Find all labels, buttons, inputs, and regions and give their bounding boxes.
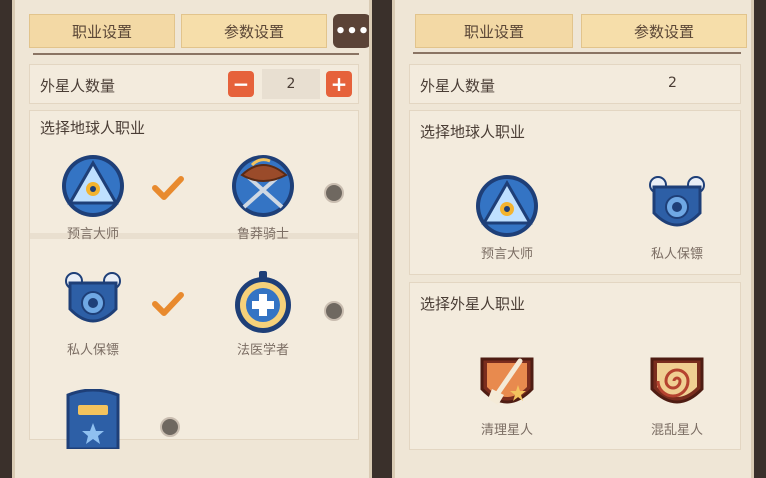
alien-count-value: 2 [668, 75, 677, 91]
minus-button[interactable]: − [228, 71, 254, 97]
tab-bar: 职业设置 参数设置 [409, 10, 747, 50]
role-name: 私人保镖 [650, 247, 703, 262]
tab-parameter-settings[interactable]: 参数设置 [581, 14, 747, 48]
medical-stopwatch-icon [235, 271, 291, 333]
right-edge [754, 0, 766, 478]
police-badge-icon [66, 389, 120, 449]
role-name: 预言大师 [66, 227, 119, 242]
left-edge [0, 0, 12, 478]
role-name: 预言大师 [480, 247, 533, 262]
shield-bodyguard-icon [65, 272, 121, 323]
tab-bar: 职业设置 参数设置 ••• [29, 10, 369, 50]
checkmark-icon[interactable] [152, 291, 184, 317]
role-card-forensic-scholar[interactable]: 法医学者 [218, 269, 308, 358]
alien-count-row: 外星人数量 − 2 + [29, 64, 359, 104]
eye-triangle-icon [476, 175, 538, 237]
alien-count-label: 外星人数量 [40, 77, 116, 95]
unselected-radio[interactable] [324, 301, 344, 321]
role-card-bodyguard: 私人保镖 [632, 173, 722, 262]
settings-panel-left: 职业设置 参数设置 ••• 外星人数量 − 2 + 选择地球人职业 预言大师 鲁… [12, 0, 372, 478]
tab-divider [33, 53, 359, 55]
alien-section-title: 选择外星人职业 [420, 295, 526, 313]
role-name: 法医学者 [236, 343, 289, 358]
unselected-radio[interactable] [160, 417, 180, 437]
role-card-cleaner-alien: 清理星人 [462, 349, 552, 438]
alien-role-section: 选择外星人职业 清理星人 混乱星人 [409, 282, 741, 450]
alien-count-label: 外星人数量 [420, 77, 496, 95]
tab-parameter-settings[interactable]: 参数设置 [181, 14, 327, 48]
tab-divider [413, 52, 741, 54]
alien-count-value: 2 [262, 69, 320, 99]
role-card-prophet[interactable]: 预言大师 [48, 153, 138, 242]
role-name: 混乱星人 [650, 423, 703, 438]
broom-cleaner-icon [480, 357, 534, 405]
tab-role-settings[interactable]: 职业设置 [29, 14, 175, 48]
role-card-reckless-knight[interactable]: 鲁莽骑士 [218, 153, 308, 242]
tab-role-settings[interactable]: 职业设置 [415, 14, 573, 48]
eye-triangle-icon [62, 155, 124, 217]
earth-section-title: 选择地球人职业 [40, 119, 146, 137]
spiral-chaos-icon [650, 357, 704, 404]
role-name: 清理星人 [480, 423, 533, 438]
knight-helmet-icon [232, 155, 294, 217]
role-card-police[interactable] [48, 389, 138, 453]
panel-gap [372, 0, 392, 478]
earth-role-section: 选择地球人职业 预言大师 私人保镖 [409, 110, 741, 275]
earth-section-title: 选择地球人职业 [420, 123, 526, 141]
checkmark-icon[interactable] [152, 175, 184, 201]
role-card-prophet: 预言大师 [462, 173, 552, 262]
role-card-chaos-alien: 混乱星人 [632, 349, 722, 438]
shield-bodyguard-icon [649, 176, 705, 227]
unselected-radio[interactable] [324, 183, 344, 203]
ellipsis-icon[interactable]: ••• [333, 14, 369, 48]
role-name: 私人保镖 [66, 343, 119, 358]
alien-count-row: 外星人数量 2 [409, 64, 741, 104]
role-name: 鲁莽骑士 [236, 227, 289, 242]
role-card-bodyguard[interactable]: 私人保镖 [48, 269, 138, 358]
plus-button[interactable]: + [326, 71, 352, 97]
earth-role-section: 选择地球人职业 预言大师 鲁莽骑士 私人保镖 法医学者 [29, 110, 359, 449]
settings-panel-right: 职业设置 参数设置 外星人数量 2 选择地球人职业 预言大师 私人保镖 选择外星… [392, 0, 754, 478]
